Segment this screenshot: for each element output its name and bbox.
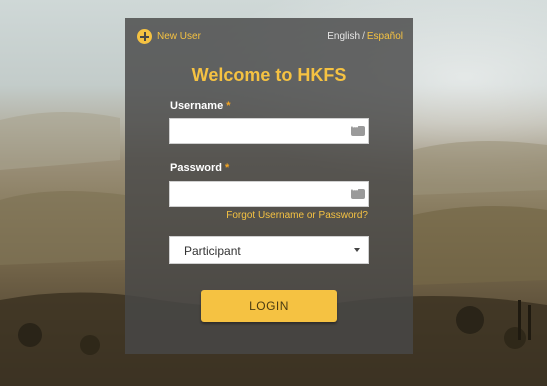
language-english-link[interactable]: English	[327, 31, 360, 42]
language-spanish-link[interactable]: Español	[367, 31, 403, 42]
new-user-label: New User	[157, 31, 201, 42]
forgot-credentials-link[interactable]: Forgot Username or Password?	[226, 210, 368, 221]
role-select[interactable]: Participant	[169, 236, 369, 264]
required-marker: *	[224, 162, 230, 174]
login-panel: New User English / Español Welcome to HKFS…	[125, 18, 413, 354]
language-separator: /	[362, 31, 365, 42]
login-button[interactable]: LOGIN	[201, 290, 337, 322]
plus-circle-icon	[137, 29, 152, 44]
username-label-text: Username	[170, 100, 224, 112]
password-label-text: Password	[170, 162, 222, 174]
username-label: Username *	[170, 100, 230, 112]
required-marker: *	[226, 100, 231, 112]
password-field[interactable]	[169, 181, 369, 207]
new-user-link[interactable]: New User	[137, 29, 201, 44]
password-manager-icon[interactable]	[351, 122, 365, 136]
password-input[interactable]	[170, 182, 352, 206]
role-select-value: Participant	[184, 244, 241, 258]
chevron-down-icon	[354, 248, 360, 252]
username-input[interactable]	[170, 119, 352, 143]
page-title: Welcome to HKFS	[191, 65, 347, 85]
password-label: Password *	[170, 162, 229, 174]
username-field[interactable]	[169, 118, 369, 144]
language-switcher: English / Español	[327, 31, 403, 42]
top-bar: New User English / Español	[137, 29, 403, 45]
password-manager-icon[interactable]	[351, 185, 365, 199]
